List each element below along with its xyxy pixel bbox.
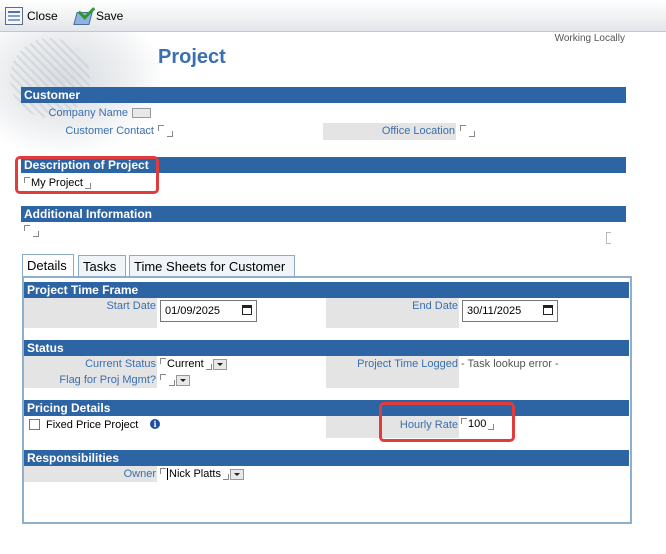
tab-tasks[interactable]: Tasks	[78, 255, 126, 276]
current-status-value: Current	[167, 358, 204, 370]
owner-dropdown[interactable]: Nick Platts	[160, 468, 244, 480]
current-status-label: Current Status	[85, 358, 156, 370]
calendar-icon[interactable]	[242, 305, 252, 315]
close-label: Close	[27, 9, 58, 23]
customer-header: Customer	[21, 87, 626, 103]
save-icon	[73, 2, 96, 25]
chevron-down-icon[interactable]	[212, 358, 227, 370]
toolbar: Close Save	[0, 0, 666, 32]
highlight-box-hourly-rate	[379, 402, 515, 442]
start-date-value: 01/09/2025	[165, 305, 221, 317]
start-date-input[interactable]: 01/09/2025	[160, 300, 257, 322]
text-cursor-icon	[606, 232, 611, 244]
project-time-logged-value: - Task lookup error -	[461, 358, 559, 370]
highlight-box-description	[15, 156, 159, 194]
status-header: Status	[24, 340, 629, 356]
end-date-input[interactable]: 30/11/2025	[462, 300, 558, 322]
fixed-price-checkbox[interactable]	[29, 419, 40, 430]
company-name-label: Company Name	[48, 107, 128, 119]
save-label: Save	[96, 9, 124, 23]
chevron-down-icon[interactable]	[176, 374, 190, 386]
end-date-value: 30/11/2025	[467, 305, 522, 317]
customer-contact-label: Customer Contact	[65, 125, 154, 137]
additional-information-field[interactable]	[24, 225, 44, 238]
current-status-dropdown[interactable]: Current	[160, 358, 227, 370]
fixed-price-label: Fixed Price Project	[46, 419, 139, 431]
calendar-icon[interactable]	[543, 305, 553, 315]
office-location-field[interactable]	[460, 125, 480, 138]
info-icon[interactable]: i	[150, 419, 160, 429]
start-date-label: Start Date	[106, 300, 156, 312]
pricing-header: Pricing Details	[24, 400, 629, 416]
additional-information-header: Additional Information	[21, 206, 626, 222]
responsibilities-header: Responsibilities	[24, 450, 629, 466]
page-title: Project	[158, 46, 226, 68]
time-frame-header: Project Time Frame	[24, 282, 629, 298]
connection-status: Working Locally	[554, 33, 625, 44]
tab-details[interactable]: Details	[22, 254, 74, 277]
chevron-down-icon[interactable]	[229, 468, 244, 480]
flag-for-proj-mgmt-label: Flag for Proj Mgmt?	[59, 374, 156, 386]
owner-value: Nick Platts	[167, 468, 221, 480]
owner-label: Owner	[123, 468, 156, 480]
save-button[interactable]: Save	[73, 2, 124, 26]
flag-for-proj-mgmt-dropdown[interactable]	[160, 374, 190, 386]
project-time-logged-label: Project Time Logged	[357, 358, 458, 370]
office-location-label: Office Location	[381, 125, 455, 137]
close-button[interactable]: Close	[5, 6, 58, 26]
end-date-label: End Date	[412, 300, 458, 312]
tab-time-sheets[interactable]: Time Sheets for Customer	[129, 255, 295, 276]
customer-contact-field[interactable]	[158, 125, 178, 138]
close-icon	[5, 7, 23, 25]
company-name-lookup-button[interactable]	[132, 108, 151, 118]
